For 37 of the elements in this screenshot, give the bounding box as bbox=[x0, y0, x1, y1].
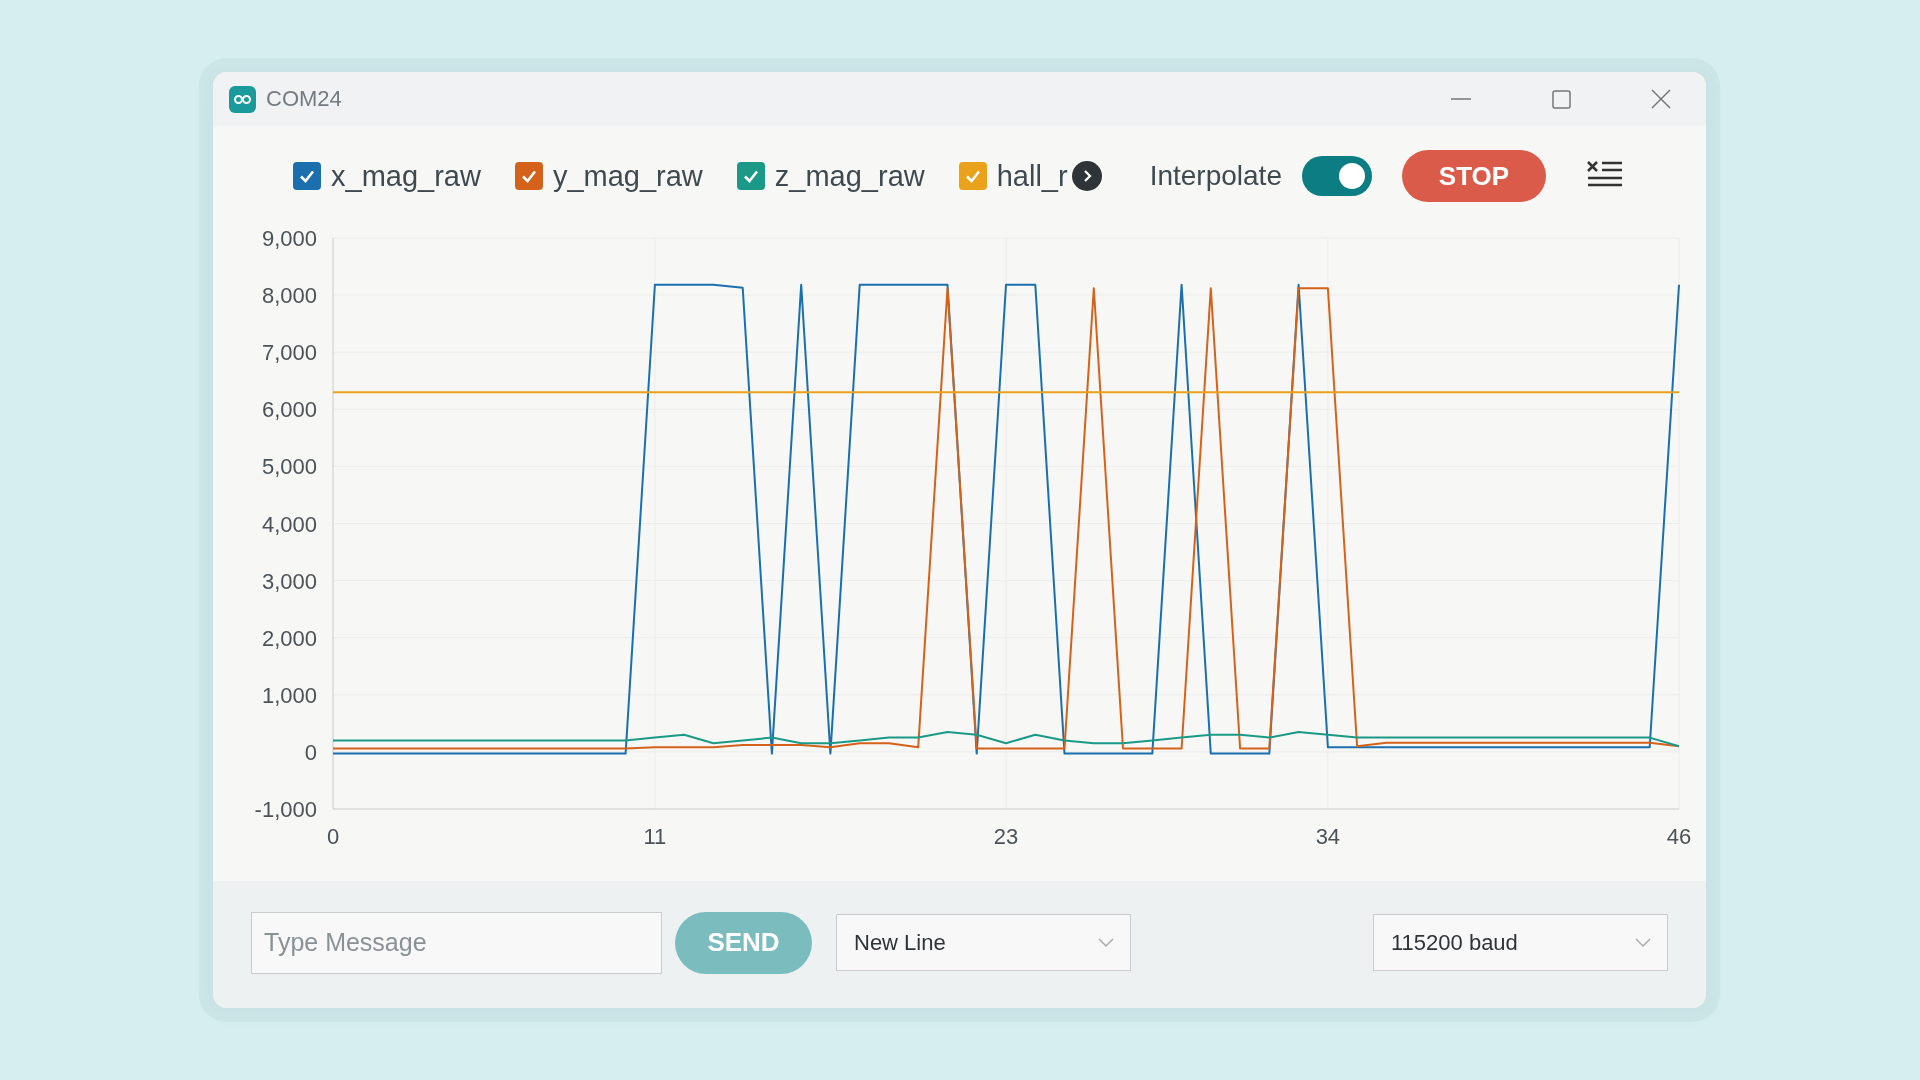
y-axis-label: 3,000 bbox=[261, 568, 317, 594]
x-axis-label: 23 bbox=[993, 824, 1019, 849]
y-axis-label: 1,000 bbox=[261, 682, 317, 708]
y-axis-label: -1,000 bbox=[254, 797, 317, 822]
baud-rate-dropdown[interactable]: 115200 baud bbox=[1373, 914, 1668, 971]
checkbox[interactable] bbox=[736, 162, 765, 190]
legend-label[interactable]: x_mag_raw bbox=[331, 159, 481, 193]
y-axis-label: 6,000 bbox=[261, 397, 317, 423]
stop-button[interactable]: STOP bbox=[1402, 150, 1546, 202]
x-axis-label: 46 bbox=[1666, 824, 1692, 849]
x-axis-label: 11 bbox=[643, 824, 667, 849]
checkbox[interactable] bbox=[958, 162, 987, 190]
y-axis-label: 9,000 bbox=[261, 226, 317, 251]
legend-label[interactable]: z_mag_raw bbox=[774, 159, 925, 193]
y-axis-label: 2,000 bbox=[261, 625, 317, 651]
y-axis-label: 0 bbox=[304, 739, 317, 765]
interpolate-toggle[interactable] bbox=[1302, 156, 1372, 196]
app-icon bbox=[229, 85, 256, 113]
y-axis-label: 7,000 bbox=[261, 340, 317, 366]
maximize-icon[interactable] bbox=[1551, 89, 1571, 109]
message-field[interactable]: Type Message bbox=[251, 911, 662, 974]
close-icon[interactable] bbox=[1651, 89, 1671, 109]
chevron-down-icon bbox=[1098, 937, 1114, 948]
x-axis-label: 34 bbox=[1315, 824, 1341, 849]
y-axis-label: 4,000 bbox=[261, 511, 317, 537]
checkbox[interactable] bbox=[293, 162, 321, 190]
chevron-down-icon bbox=[1635, 937, 1651, 948]
legend-label[interactable]: hall_r bbox=[996, 159, 1068, 193]
x-axis-label: 0 bbox=[326, 824, 340, 849]
checkbox[interactable] bbox=[514, 162, 543, 190]
line-ending-dropdown[interactable]: New Line bbox=[836, 914, 1131, 971]
window-title: COM24 bbox=[266, 86, 343, 112]
scroll-right-button[interactable] bbox=[1071, 161, 1102, 191]
y-axis-label: 5,000 bbox=[261, 454, 317, 480]
y-axis-label: 8,000 bbox=[261, 283, 317, 309]
interpolate-label: Interpolate bbox=[1149, 160, 1282, 192]
legend-label[interactable]: y_mag_raw bbox=[552, 159, 703, 193]
